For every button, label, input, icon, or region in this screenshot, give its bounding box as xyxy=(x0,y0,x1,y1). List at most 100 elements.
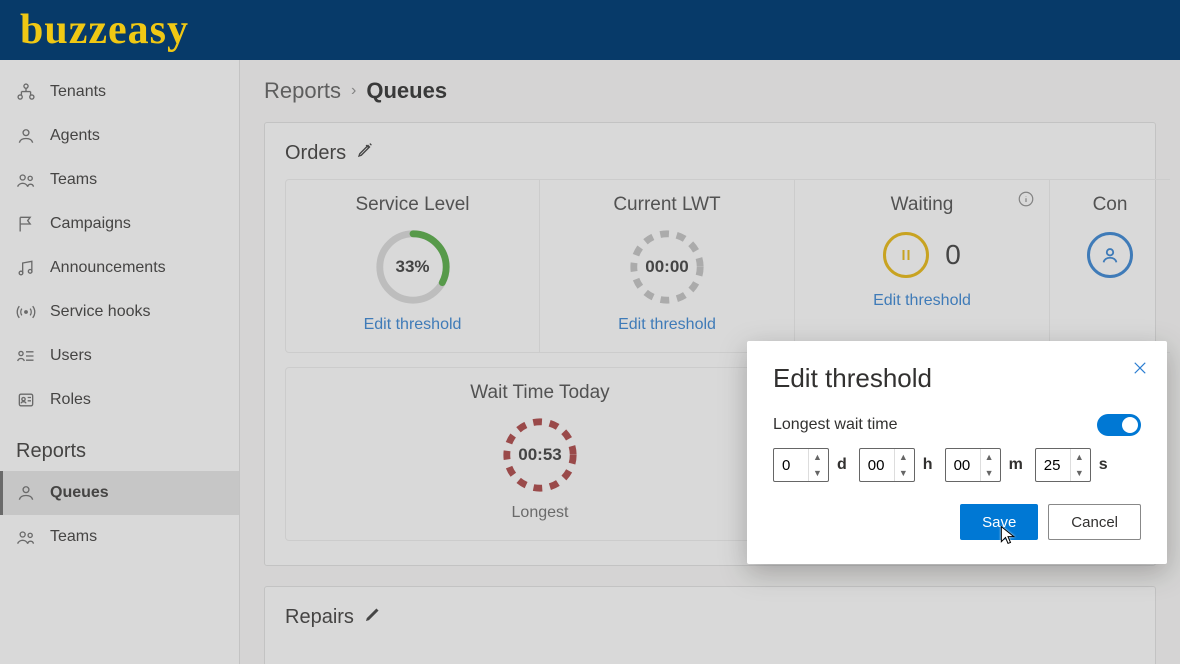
close-button[interactable] xyxy=(1131,359,1149,383)
card-service-level: Service Level 33% Edit threshold xyxy=(285,179,540,353)
sidebar-item-label: Queues xyxy=(50,484,109,502)
threshold-toggle[interactable] xyxy=(1097,414,1141,436)
app-header: buzzeasy xyxy=(0,0,1180,60)
edit-threshold-link[interactable]: Edit threshold xyxy=(548,316,786,334)
gauge-current-lwt: 00:00 xyxy=(626,226,708,308)
unit-hours: h xyxy=(923,456,933,474)
person-icon xyxy=(1087,232,1133,278)
duration-inputs: ▲▼ d ▲▼ h ▲▼ m ▲▼ s xyxy=(773,448,1141,482)
sidebar-section-reports: Reports xyxy=(0,422,239,471)
cancel-button[interactable]: Cancel xyxy=(1048,504,1141,540)
hierarchy-icon xyxy=(16,82,36,102)
sidebar-item-label: Teams xyxy=(50,528,97,546)
step-down[interactable]: ▼ xyxy=(981,465,998,481)
save-button[interactable]: Save xyxy=(960,504,1038,540)
pause-icon xyxy=(883,232,929,278)
step-up[interactable]: ▲ xyxy=(981,449,998,465)
gauge-value: 00:00 xyxy=(626,226,708,308)
breadcrumb-current: Queues xyxy=(366,78,447,104)
step-up[interactable]: ▲ xyxy=(809,449,826,465)
minutes-input[interactable]: ▲▼ xyxy=(945,448,1001,482)
edit-threshold-link[interactable]: Edit threshold xyxy=(294,316,531,334)
card-wait-time-today: Wait Time Today 00:53 Longest xyxy=(285,367,795,541)
sidebar-item-teams[interactable]: Teams xyxy=(0,158,239,202)
panel-repairs: Repairs xyxy=(264,586,1156,664)
step-down[interactable]: ▼ xyxy=(1071,465,1088,481)
panel-title: Orders xyxy=(285,141,1135,165)
list-people-icon xyxy=(16,346,36,366)
panel-title: Repairs xyxy=(285,605,1135,629)
hours-input[interactable]: ▲▼ xyxy=(859,448,915,482)
gauge-value: 00:53 xyxy=(499,414,581,496)
brand-logo: buzzeasy xyxy=(20,6,189,54)
card-current-lwt: Current LWT 00:00 Edit threshold xyxy=(540,179,795,353)
hours-field[interactable] xyxy=(860,449,894,481)
unit-seconds: s xyxy=(1099,456,1108,474)
card-title: Current LWT xyxy=(548,194,786,216)
people-icon xyxy=(16,170,36,190)
gauge-sublabel: Longest xyxy=(294,504,786,522)
waiting-count: 0 xyxy=(945,239,961,271)
sidebar-item-label: Roles xyxy=(50,391,91,409)
minutes-field[interactable] xyxy=(946,449,980,481)
breadcrumb: Reports › Queues xyxy=(264,78,1156,104)
flag-icon xyxy=(16,214,36,234)
waiting-value: 0 xyxy=(803,232,1041,278)
sidebar: Tenants Agents Teams Campaigns Announcem… xyxy=(0,60,240,664)
sidebar-item-service-hooks[interactable]: Service hooks xyxy=(0,290,239,334)
sidebar-item-agents[interactable]: Agents xyxy=(0,114,239,158)
sidebar-item-roles[interactable]: Roles xyxy=(0,378,239,422)
gauge-value: 33% xyxy=(372,226,454,308)
card-title: Con xyxy=(1058,194,1162,216)
card-conversations: Con xyxy=(1050,179,1170,353)
sidebar-item-announcements[interactable]: Announcements xyxy=(0,246,239,290)
edit-threshold-link[interactable]: Edit threshold xyxy=(803,292,1041,310)
sidebar-item-campaigns[interactable]: Campaigns xyxy=(0,202,239,246)
broadcast-icon xyxy=(16,302,36,322)
unit-minutes: m xyxy=(1009,456,1023,474)
people-icon xyxy=(16,527,36,547)
metric-cards-row: Service Level 33% Edit threshold Current… xyxy=(285,179,1135,353)
days-field[interactable] xyxy=(774,449,808,481)
edit-icon[interactable] xyxy=(364,605,382,629)
step-down[interactable]: ▼ xyxy=(809,465,826,481)
close-icon xyxy=(1131,359,1149,377)
panel-title-text: Repairs xyxy=(285,606,354,629)
sidebar-item-users[interactable]: Users xyxy=(0,334,239,378)
step-up[interactable]: ▲ xyxy=(1071,449,1088,465)
sidebar-item-label: Announcements xyxy=(50,259,166,277)
sidebar-item-label: Service hooks xyxy=(50,303,151,321)
sidebar-item-label: Users xyxy=(50,347,92,365)
days-input[interactable]: ▲▼ xyxy=(773,448,829,482)
panel-title-text: Orders xyxy=(285,142,346,165)
card-title: Waiting xyxy=(803,194,1041,216)
gauge-wait-time: 00:53 xyxy=(499,414,581,496)
card-title: Wait Time Today xyxy=(294,382,786,404)
sidebar-item-tenants[interactable]: Tenants xyxy=(0,70,239,114)
card-title: Service Level xyxy=(294,194,531,216)
sidebar-item-queues[interactable]: Queues xyxy=(0,471,239,515)
seconds-field[interactable] xyxy=(1036,449,1070,481)
sidebar-item-label: Teams xyxy=(50,171,97,189)
badge-icon xyxy=(16,390,36,410)
chevron-right-icon: › xyxy=(351,82,356,100)
breadcrumb-root[interactable]: Reports xyxy=(264,78,341,104)
sidebar-item-label: Agents xyxy=(50,127,100,145)
sidebar-item-report-teams[interactable]: Teams xyxy=(0,515,239,559)
sidebar-item-label: Tenants xyxy=(50,83,106,101)
info-icon[interactable] xyxy=(1017,190,1035,212)
person-icon xyxy=(16,483,36,503)
seconds-input[interactable]: ▲▼ xyxy=(1035,448,1091,482)
dialog-field-label: Longest wait time xyxy=(773,416,898,434)
dialog-title: Edit threshold xyxy=(773,363,1141,394)
step-up[interactable]: ▲ xyxy=(895,449,912,465)
music-icon xyxy=(16,258,36,278)
edit-icon[interactable] xyxy=(356,141,374,165)
person-icon xyxy=(16,126,36,146)
sidebar-item-label: Campaigns xyxy=(50,215,131,233)
unit-days: d xyxy=(837,456,847,474)
edit-threshold-dialog: Edit threshold Longest wait time ▲▼ d ▲▼… xyxy=(747,341,1167,564)
card-waiting: Waiting 0 Edit threshold xyxy=(795,179,1050,353)
step-down[interactable]: ▼ xyxy=(895,465,912,481)
gauge-service-level: 33% xyxy=(372,226,454,308)
